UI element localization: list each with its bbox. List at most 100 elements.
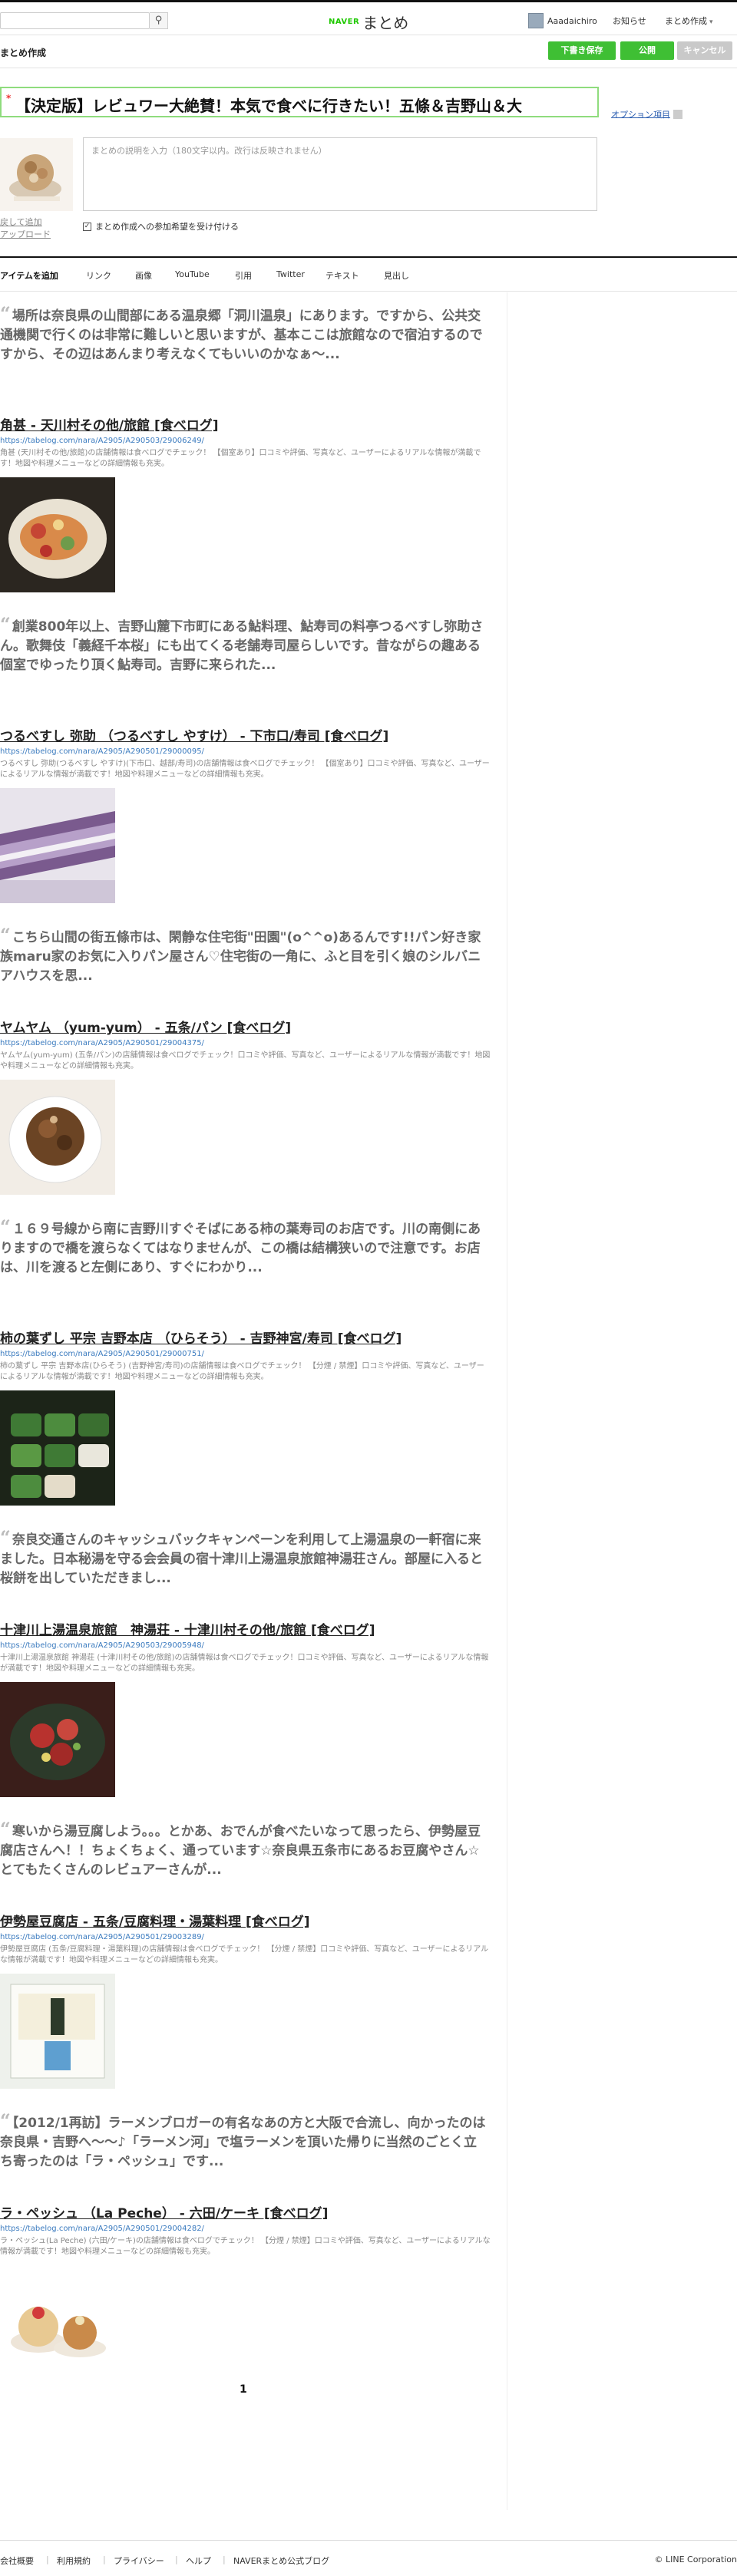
page-title: まとめ作成	[0, 48, 47, 58]
footer-link-blog[interactable]: NAVERまとめ公式ブログ	[233, 2555, 329, 2567]
matome-title-text: 【決定版】レビュワー大絶賛！本気で食べに行きたい！五條＆吉野山＆大	[15, 97, 522, 115]
quote-item[interactable]: “【2012/1再訪】ラーメンブロガーの有名なあの方と大阪で合流し、向かったのは…	[0, 2111, 488, 2172]
add-text-tab[interactable]: テキスト	[326, 269, 359, 282]
participate-checkbox-row[interactable]: ✓ まとめ作成への参加希望を受け付ける	[83, 220, 239, 233]
save-draft-button[interactable]: 下書き保存	[548, 41, 616, 60]
link-description: 角甚 (天川村その他/旅館)の店舗情報は食べログでチェック！ 【個室あり】口コミ…	[0, 449, 481, 468]
footer-link-company[interactable]: 会社概要	[0, 2555, 34, 2567]
thumbnail-actions: 戻して追加 アップロード	[0, 216, 51, 241]
quote-mark-icon: “	[0, 1818, 11, 1840]
link-description: ヤムヤム(yum-yum) (五条/パン)の店舗情報は食べログでチェック！口コミ…	[0, 1051, 491, 1070]
matome-create-menu[interactable]: まとめ作成 ▾	[665, 15, 713, 27]
logo-brand: NAVER	[329, 18, 360, 26]
add-item-label: アイテムを追加	[0, 271, 58, 281]
link-image[interactable]	[0, 477, 115, 592]
thumbnail-image[interactable]	[0, 138, 73, 211]
quote-text: 寒いから湯豆腐しよう。。。とかあ、おでんが食べたいなって思ったら、伊勢屋豆腐店さ…	[0, 1824, 481, 1878]
footer-separator: |	[223, 2555, 226, 2564]
quote-mark-icon: “	[0, 1215, 11, 1238]
matome-title-input[interactable]: * 【決定版】レビュワー大絶賛！本気で食べに行きたい！五條＆吉野山＆大	[0, 87, 599, 117]
link-image[interactable]	[0, 1080, 115, 1195]
option-toggle-icon	[673, 110, 682, 119]
participate-checkbox[interactable]: ✓	[83, 222, 91, 231]
quote-text: 場所は奈良県の山間部にある温泉郷「洞川温泉」にあります。ですから、公共交通機関で…	[0, 308, 483, 362]
add-quote-tab[interactable]: 引用	[235, 269, 252, 282]
link-title[interactable]: ヤムヤム （yum-yum） - 五条/パン [食べログ]	[0, 1017, 291, 1036]
link-url[interactable]: https://tabelog.com/nara/A2905/A290501/2…	[0, 1933, 204, 1941]
avatar	[528, 13, 544, 28]
top-bar: ⚲ NAVER まとめ Aaadaichiro お知らせ まとめ作成 ▾	[0, 0, 737, 35]
quote-item[interactable]: “寒いから湯豆腐しよう。。。とかあ、おでんが食べたいなって思ったら、伊勢屋豆腐店…	[0, 1819, 488, 1880]
quote-text: 奈良交通さんのキャッシュバックキャンペーンを利用して上湯温泉の一軒宿に来ました。…	[0, 1532, 483, 1586]
link-description: 十津川上湯温泉旅館 神湯荘 (十津川村その他/旅館)の店舗情報は食べログでチェッ…	[0, 1654, 489, 1673]
link-image[interactable]	[0, 1390, 115, 1506]
user-menu[interactable]: Aaadaichiro	[528, 12, 597, 29]
link-title[interactable]: ラ・ペッシュ （La Peche） - 六田/ケーキ [食べログ]	[0, 2202, 328, 2221]
link-image[interactable]	[0, 1682, 115, 1797]
footer-link-terms[interactable]: 利用規約	[57, 2555, 91, 2567]
link-title[interactable]: 十津川上湯温泉旅館 神湯荘 - 十津川村その他/旅館 [食べログ]	[0, 1619, 375, 1638]
quote-item[interactable]: “創業800年以上、吉野山麓下市町にある鮎料理、鮎寿司の料亭つるべすし弥助さん。…	[0, 615, 488, 675]
add-link-tab[interactable]: リンク	[86, 269, 111, 282]
logo-name: まとめ	[362, 14, 409, 32]
description-textarea[interactable]: まとめの説明を入力（180文字以内。改行は反映されません）	[83, 137, 597, 211]
link-description: 柿の葉ずし 平宗 吉野本店(ひらそう) (吉野神宮/寿司)の店舗情報は食べログで…	[0, 1362, 484, 1381]
notice-link[interactable]: お知らせ	[613, 15, 646, 27]
chevron-down-icon: ▾	[709, 18, 713, 26]
link-image[interactable]	[0, 788, 115, 903]
footer-separator: |	[175, 2555, 178, 2564]
quote-text: 【2012/1再訪】ラーメンブロガーの有名なあの方と大阪で合流し、向かったのは奈…	[0, 2116, 486, 2169]
add-youtube-tab[interactable]: YouTube	[175, 269, 210, 279]
link-description: 伊勢屋豆腐店 (五条/豆腐料理・湯葉料理)の店舗情報は食べログでチェック！ 【分…	[0, 1945, 489, 1964]
add-image-tab[interactable]: 画像	[135, 269, 152, 282]
quote-item[interactable]: “場所は奈良県の山間部にある温泉郷「洞川温泉」にあります。ですから、公共交通機関…	[0, 304, 488, 364]
link-title[interactable]: 柿の葉ずし 平宗 吉野本店 （ひらそう） - 吉野神宮/寿司 [食べログ]	[0, 1328, 402, 1347]
thumbnail-reset-link[interactable]: 戻して追加	[0, 216, 51, 229]
add-heading-tab[interactable]: 見出し	[384, 269, 409, 282]
link-url[interactable]: https://tabelog.com/nara/A2905/A290501/2…	[0, 1039, 204, 1047]
quote-item[interactable]: “１６９号線から南に吉野川すぐそばにある柿の葉寿司のお店です。川の南側にあります…	[0, 1217, 488, 1278]
quote-item[interactable]: “奈良交通さんのキャッシュバックキャンペーンを利用して上湯温泉の一軒宿に来ました…	[0, 1528, 488, 1588]
link-image[interactable]	[0, 1974, 115, 2089]
link-title[interactable]: 伊勢屋豆腐店 - 五条/豆腐料理・湯葉料理 [食べログ]	[0, 1911, 310, 1930]
quote-text: １６９号線から南に吉野川すぐそばにある柿の葉寿司のお店です。川の南側にありますの…	[0, 1222, 481, 1275]
link-url[interactable]: https://tabelog.com/nara/A2905/A290503/2…	[0, 437, 204, 445]
cancel-button[interactable]: キャンセル	[677, 41, 732, 60]
footer: 会社概要 | 利用規約 | プライバシー | ヘルプ | NAVERまとめ公式ブ…	[0, 2540, 737, 2576]
quote-mark-icon: “	[0, 302, 11, 325]
footer-separator: |	[103, 2555, 106, 2564]
naver-matome-logo[interactable]: NAVER まとめ	[329, 11, 413, 32]
required-mark-icon: *	[6, 93, 12, 104]
quote-text: こちら山間の街五條市は、閑静な住宅街"田園"(o^^o)あるんです!!パン好き家…	[0, 930, 481, 984]
quote-mark-icon: “	[0, 924, 11, 946]
link-title[interactable]: つるべすし 弥助 （つるべすし やすけ） - 下市口/寿司 [食べログ]	[0, 725, 388, 744]
add-twitter-tab[interactable]: Twitter	[276, 269, 305, 279]
add-item-toolbar: アイテムを追加 リンク 画像 YouTube 引用 Twitter テキスト 見…	[0, 256, 737, 292]
matome-create-label: まとめ作成	[665, 16, 707, 26]
thumbnail-upload-link[interactable]: アップロード	[0, 229, 51, 241]
link-image[interactable]	[0, 2265, 115, 2380]
link-url[interactable]: https://tabelog.com/nara/A2905/A290501/2…	[0, 747, 204, 756]
link-description: ラ・ペッシュ(La Peche) (六田/ケーキ)の店舗情報は食べログでチェック…	[0, 2237, 491, 2256]
footer-link-help[interactable]: ヘルプ	[186, 2555, 211, 2567]
username: Aaadaichiro	[547, 15, 597, 26]
description-placeholder: まとめの説明を入力（180文字以内。改行は反映されません）	[91, 146, 327, 156]
search-icon: ⚲	[154, 15, 163, 26]
pagination-current[interactable]: 1	[240, 2383, 247, 2396]
quote-mark-icon: “	[0, 2109, 11, 2132]
edit-bar: まとめ作成 下書き保存 公開 キャンセル	[0, 36, 737, 68]
link-title[interactable]: 角甚 - 天川村その他/旅館 [食べログ]	[0, 414, 219, 434]
search-button[interactable]: ⚲	[150, 12, 168, 29]
quote-mark-icon: “	[0, 1526, 11, 1549]
publish-button[interactable]: 公開	[620, 41, 674, 60]
link-description: つるべすし 弥助(つるべすし やすけ)(下市口、越部/寿司)の店舗情報は食べログ…	[0, 760, 490, 779]
link-url[interactable]: https://tabelog.com/nara/A2905/A290503/2…	[0, 1641, 204, 1650]
link-url[interactable]: https://tabelog.com/nara/A2905/A290501/2…	[0, 1350, 204, 1358]
footer-link-privacy[interactable]: プライバシー	[114, 2555, 164, 2567]
search-input[interactable]	[0, 12, 150, 29]
quote-item[interactable]: “こちら山間の街五條市は、閑静な住宅街"田園"(o^^o)あるんです!!パン好き…	[0, 925, 488, 986]
link-url[interactable]: https://tabelog.com/nara/A2905/A290501/2…	[0, 2225, 204, 2233]
option-label: オプション項目	[611, 110, 670, 120]
footer-separator: |	[46, 2555, 49, 2564]
option-items-link[interactable]: オプション項目	[611, 108, 682, 120]
